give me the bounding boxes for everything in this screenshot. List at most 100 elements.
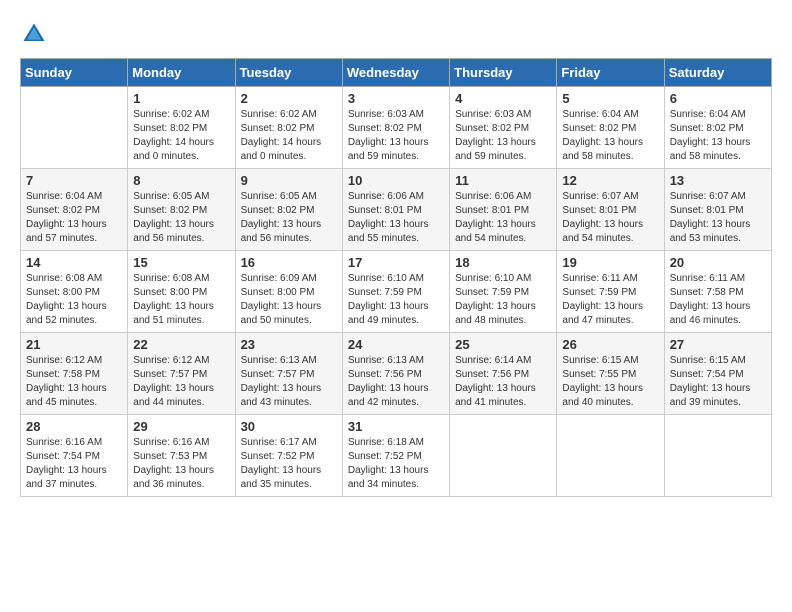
day-info: Sunrise: 6:16 AM Sunset: 7:54 PM Dayligh… <box>26 436 122 492</box>
day-number: 13 <box>670 173 766 188</box>
calendar-cell: 9 Sunrise: 6:05 AM Sunset: 8:02 PM Daylig… <box>235 169 342 251</box>
logo <box>20 20 52 48</box>
day-number: 2 <box>241 91 337 106</box>
day-info: Sunrise: 6:17 AM Sunset: 7:52 PM Dayligh… <box>241 436 337 492</box>
calendar-cell: 23 Sunrise: 6:13 AM Sunset: 7:57 PM Dayli… <box>235 333 342 415</box>
calendar-cell: 18 Sunrise: 6:10 AM Sunset: 7:59 PM Dayli… <box>450 251 557 333</box>
col-header-friday: Friday <box>557 59 664 87</box>
calendar-cell: 13 Sunrise: 6:07 AM Sunset: 8:01 PM Dayli… <box>664 169 771 251</box>
day-info: Sunrise: 6:08 AM Sunset: 8:00 PM Dayligh… <box>26 272 122 328</box>
day-number: 30 <box>241 419 337 434</box>
day-info: Sunrise: 6:16 AM Sunset: 7:53 PM Dayligh… <box>133 436 229 492</box>
day-info: Sunrise: 6:11 AM Sunset: 7:59 PM Dayligh… <box>562 272 658 328</box>
day-number: 16 <box>241 255 337 270</box>
day-number: 9 <box>241 173 337 188</box>
calendar-cell: 11 Sunrise: 6:06 AM Sunset: 8:01 PM Dayli… <box>450 169 557 251</box>
day-number: 19 <box>562 255 658 270</box>
col-header-sunday: Sunday <box>21 59 128 87</box>
day-info: Sunrise: 6:03 AM Sunset: 8:02 PM Dayligh… <box>455 108 551 164</box>
day-info: Sunrise: 6:07 AM Sunset: 8:01 PM Dayligh… <box>562 190 658 246</box>
day-info: Sunrise: 6:09 AM Sunset: 8:00 PM Dayligh… <box>241 272 337 328</box>
day-number: 21 <box>26 337 122 352</box>
day-info: Sunrise: 6:04 AM Sunset: 8:02 PM Dayligh… <box>26 190 122 246</box>
calendar-cell: 7 Sunrise: 6:04 AM Sunset: 8:02 PM Daylig… <box>21 169 128 251</box>
calendar-cell: 16 Sunrise: 6:09 AM Sunset: 8:00 PM Dayli… <box>235 251 342 333</box>
day-info: Sunrise: 6:07 AM Sunset: 8:01 PM Dayligh… <box>670 190 766 246</box>
calendar-cell: 17 Sunrise: 6:10 AM Sunset: 7:59 PM Dayli… <box>342 251 449 333</box>
day-number: 15 <box>133 255 229 270</box>
calendar-cell: 15 Sunrise: 6:08 AM Sunset: 8:00 PM Dayli… <box>128 251 235 333</box>
day-number: 27 <box>670 337 766 352</box>
day-number: 1 <box>133 91 229 106</box>
week-row-1: 1 Sunrise: 6:02 AM Sunset: 8:02 PM Daylig… <box>21 87 772 169</box>
day-number: 20 <box>670 255 766 270</box>
week-row-2: 7 Sunrise: 6:04 AM Sunset: 8:02 PM Daylig… <box>21 169 772 251</box>
day-info: Sunrise: 6:04 AM Sunset: 8:02 PM Dayligh… <box>670 108 766 164</box>
calendar-cell: 21 Sunrise: 6:12 AM Sunset: 7:58 PM Dayli… <box>21 333 128 415</box>
day-info: Sunrise: 6:08 AM Sunset: 8:00 PM Dayligh… <box>133 272 229 328</box>
day-number: 17 <box>348 255 444 270</box>
day-number: 10 <box>348 173 444 188</box>
calendar-cell: 28 Sunrise: 6:16 AM Sunset: 7:54 PM Dayli… <box>21 415 128 497</box>
logo-icon <box>20 20 48 48</box>
day-info: Sunrise: 6:13 AM Sunset: 7:56 PM Dayligh… <box>348 354 444 410</box>
day-number: 8 <box>133 173 229 188</box>
calendar-cell: 8 Sunrise: 6:05 AM Sunset: 8:02 PM Daylig… <box>128 169 235 251</box>
day-number: 25 <box>455 337 551 352</box>
day-info: Sunrise: 6:02 AM Sunset: 8:02 PM Dayligh… <box>241 108 337 164</box>
day-info: Sunrise: 6:18 AM Sunset: 7:52 PM Dayligh… <box>348 436 444 492</box>
day-number: 3 <box>348 91 444 106</box>
day-info: Sunrise: 6:12 AM Sunset: 7:57 PM Dayligh… <box>133 354 229 410</box>
week-row-5: 28 Sunrise: 6:16 AM Sunset: 7:54 PM Dayli… <box>21 415 772 497</box>
day-info: Sunrise: 6:03 AM Sunset: 8:02 PM Dayligh… <box>348 108 444 164</box>
day-number: 22 <box>133 337 229 352</box>
day-number: 18 <box>455 255 551 270</box>
calendar-cell: 29 Sunrise: 6:16 AM Sunset: 7:53 PM Dayli… <box>128 415 235 497</box>
day-info: Sunrise: 6:15 AM Sunset: 7:55 PM Dayligh… <box>562 354 658 410</box>
calendar-table: SundayMondayTuesdayWednesdayThursdayFrid… <box>20 58 772 497</box>
calendar-cell: 3 Sunrise: 6:03 AM Sunset: 8:02 PM Daylig… <box>342 87 449 169</box>
day-number: 29 <box>133 419 229 434</box>
day-info: Sunrise: 6:02 AM Sunset: 8:02 PM Dayligh… <box>133 108 229 164</box>
calendar-cell <box>450 415 557 497</box>
col-header-thursday: Thursday <box>450 59 557 87</box>
day-info: Sunrise: 6:12 AM Sunset: 7:58 PM Dayligh… <box>26 354 122 410</box>
day-number: 23 <box>241 337 337 352</box>
calendar-cell: 24 Sunrise: 6:13 AM Sunset: 7:56 PM Dayli… <box>342 333 449 415</box>
calendar-cell: 12 Sunrise: 6:07 AM Sunset: 8:01 PM Dayli… <box>557 169 664 251</box>
day-info: Sunrise: 6:05 AM Sunset: 8:02 PM Dayligh… <box>133 190 229 246</box>
day-number: 28 <box>26 419 122 434</box>
calendar-cell: 26 Sunrise: 6:15 AM Sunset: 7:55 PM Dayli… <box>557 333 664 415</box>
day-info: Sunrise: 6:10 AM Sunset: 7:59 PM Dayligh… <box>348 272 444 328</box>
calendar-cell <box>21 87 128 169</box>
day-number: 11 <box>455 173 551 188</box>
calendar-cell: 5 Sunrise: 6:04 AM Sunset: 8:02 PM Daylig… <box>557 87 664 169</box>
calendar-cell: 10Sunrise: 6:06 AM Sunset: 8:01 PM Dayli… <box>342 169 449 251</box>
calendar-cell: 14Sunrise: 6:08 AM Sunset: 8:00 PM Dayli… <box>21 251 128 333</box>
day-number: 24 <box>348 337 444 352</box>
day-number: 4 <box>455 91 551 106</box>
day-number: 6 <box>670 91 766 106</box>
day-info: Sunrise: 6:14 AM Sunset: 7:56 PM Dayligh… <box>455 354 551 410</box>
calendar-cell: 30 Sunrise: 6:17 AM Sunset: 7:52 PM Dayli… <box>235 415 342 497</box>
calendar-cell: 19 Sunrise: 6:11 AM Sunset: 7:59 PM Dayli… <box>557 251 664 333</box>
calendar-cell: 1 Sunrise: 6:02 AM Sunset: 8:02 PM Daylig… <box>128 87 235 169</box>
calendar-cell: 22 Sunrise: 6:12 AM Sunset: 7:57 PM Dayli… <box>128 333 235 415</box>
calendar-cell <box>557 415 664 497</box>
calendar-cell: 31 Sunrise: 6:18 AM Sunset: 7:52 PM Dayli… <box>342 415 449 497</box>
calendar-cell: 20Sunrise: 6:11 AM Sunset: 7:58 PM Dayli… <box>664 251 771 333</box>
day-number: 12 <box>562 173 658 188</box>
day-info: Sunrise: 6:13 AM Sunset: 7:57 PM Dayligh… <box>241 354 337 410</box>
day-info: Sunrise: 6:04 AM Sunset: 8:02 PM Dayligh… <box>562 108 658 164</box>
week-row-3: 14Sunrise: 6:08 AM Sunset: 8:00 PM Dayli… <box>21 251 772 333</box>
page-header <box>20 20 772 48</box>
day-info: Sunrise: 6:05 AM Sunset: 8:02 PM Dayligh… <box>241 190 337 246</box>
day-info: Sunrise: 6:10 AM Sunset: 7:59 PM Dayligh… <box>455 272 551 328</box>
day-number: 5 <box>562 91 658 106</box>
day-number: 26 <box>562 337 658 352</box>
day-number: 7 <box>26 173 122 188</box>
day-info: Sunrise: 6:06 AM Sunset: 8:01 PM Dayligh… <box>455 190 551 246</box>
day-number: 31 <box>348 419 444 434</box>
col-header-wednesday: Wednesday <box>342 59 449 87</box>
calendar-cell: 4 Sunrise: 6:03 AM Sunset: 8:02 PM Daylig… <box>450 87 557 169</box>
